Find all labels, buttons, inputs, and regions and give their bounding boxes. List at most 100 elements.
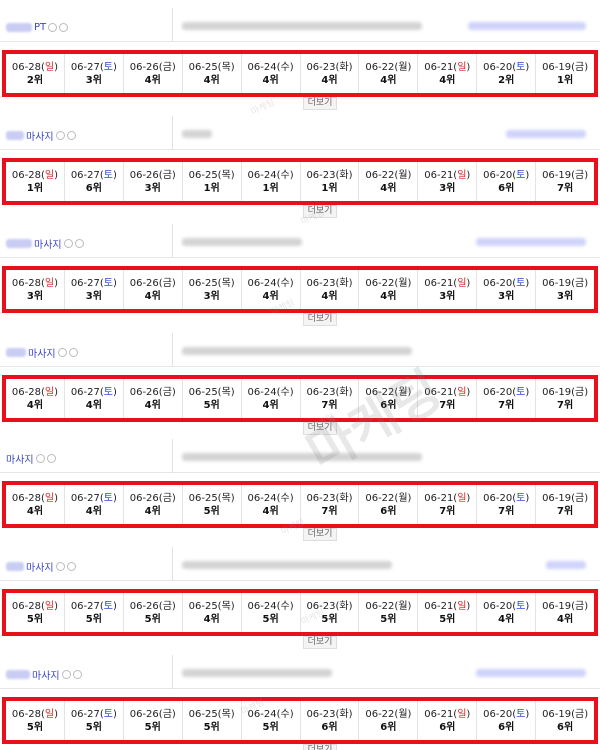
rank-cell: 06-23(화) 6위 <box>301 701 360 740</box>
info-badge-icon[interactable] <box>63 238 73 248</box>
rank-cell: 06-19(금) 4위 <box>536 593 594 632</box>
rank-date: 06-21(일) <box>424 61 471 73</box>
day-of-week: 금 <box>162 600 172 612</box>
day-of-week: 일 <box>44 386 55 398</box>
rank-value: 4위 <box>380 74 397 86</box>
day-of-week: 화 <box>339 169 349 181</box>
rank-cell: 06-21(일) 5위 <box>418 593 478 632</box>
day-of-week: 금 <box>575 386 585 398</box>
more-button[interactable]: 더보기 <box>303 528 337 541</box>
rank-cell: 06-22(월) 6위 <box>359 701 419 740</box>
rank-date: 06-26(금) <box>129 386 176 398</box>
more-button[interactable]: 더보기 <box>303 422 337 435</box>
day-of-week: 수 <box>280 600 290 612</box>
day-of-week: 토 <box>103 169 113 181</box>
rank-cell: 06-22(월) 4위 <box>359 162 419 201</box>
day-of-week: 일 <box>457 386 467 398</box>
keyword-label[interactable]: 마사지 <box>6 236 84 251</box>
info-badge-icon[interactable] <box>55 130 65 140</box>
info-badge-icon[interactable] <box>74 238 84 248</box>
rank-cell: 06-24(수) 4위 <box>242 54 301 93</box>
rank-cell: 06-27(토) 4위 <box>65 379 124 418</box>
day-of-week: 금 <box>162 277 172 289</box>
rank-cell: 06-25(목) 5위 <box>183 379 242 418</box>
rank-value: 3위 <box>557 290 574 302</box>
day-of-week: 월 <box>398 386 408 398</box>
rank-value: 5위 <box>144 721 161 733</box>
keyword-label[interactable]: PT <box>6 20 69 34</box>
redacted-text <box>6 22 32 32</box>
rank-value: 1위 <box>203 182 220 194</box>
info-badge-icon[interactable] <box>48 22 58 32</box>
day-of-week: 금 <box>162 492 172 504</box>
rank-value: 4위 <box>144 74 161 86</box>
more-button[interactable]: 더보기 <box>303 636 337 649</box>
info-badge-icon[interactable] <box>55 561 65 571</box>
rank-cell: 06-20(토) 6위 <box>477 701 537 740</box>
rank-date: 06-27(토) <box>70 386 117 398</box>
day-of-week: 일 <box>44 600 55 612</box>
column-divider <box>172 116 173 150</box>
keyword-label[interactable]: 마사지 <box>6 451 56 466</box>
rank-history-row: 06-28(일) 5위 06-27(토) 5위 06-26(금) 5위 06-25(목) 4위… <box>2 589 598 636</box>
keyword-label[interactable]: 마사지 <box>6 559 76 574</box>
info-badge-icon[interactable] <box>61 669 71 679</box>
day-of-week: 금 <box>575 169 585 181</box>
rank-value: 7위 <box>321 505 338 517</box>
rank-cell: 06-26(금) 4위 <box>124 54 183 93</box>
day-of-week: 금 <box>162 708 172 720</box>
info-badge-icon[interactable] <box>72 669 82 679</box>
rank-date: 06-26(금) <box>129 600 176 612</box>
rank-date: 06-24(수) <box>247 492 294 504</box>
day-of-week: 일 <box>457 708 467 720</box>
rank-value: 5위 <box>203 399 220 411</box>
column-divider <box>172 8 173 42</box>
more-button[interactable]: 더보기 <box>303 205 337 218</box>
info-badge-icon[interactable] <box>46 453 56 463</box>
more-button[interactable]: 더보기 <box>303 313 337 326</box>
rank-value: 4위 <box>321 74 338 86</box>
rank-date: 06-28(일) <box>11 386 58 398</box>
more-button[interactable]: 더보기 <box>303 97 337 110</box>
day-of-week: 일 <box>44 61 55 73</box>
rank-cell: 06-20(토) 2위 <box>477 54 537 93</box>
keyword-block: 마사지 06-28(일) 3위 06-27(토) 3위 06-26(금) 4위 06-25(목… <box>0 224 600 330</box>
rank-date: 06-20(토) <box>483 600 530 612</box>
rank-cell: 06-26(금) 5위 <box>124 593 183 632</box>
more-button[interactable]: 더보기 <box>303 744 337 750</box>
rank-cell: 06-19(금) 7위 <box>536 485 594 524</box>
rank-date: 06-27(토) <box>70 61 117 73</box>
redacted-url <box>182 130 212 138</box>
rank-value: 4위 <box>380 182 397 194</box>
rank-cell: 06-25(목) 3위 <box>183 270 242 309</box>
rank-date: 06-24(수) <box>247 386 294 398</box>
rank-value: 3위 <box>85 290 102 302</box>
keyword-label[interactable]: 마사지 <box>6 128 76 143</box>
day-of-week: 월 <box>398 600 408 612</box>
rank-date: 06-22(월) <box>365 277 412 289</box>
rank-cell: 06-20(토) 7위 <box>477 379 537 418</box>
keyword-header-row: 마사지 <box>0 655 600 689</box>
info-badge-icon[interactable] <box>59 22 69 32</box>
day-of-week: 일 <box>44 492 55 504</box>
redacted-text <box>6 561 24 571</box>
info-badge-icon[interactable] <box>68 347 78 357</box>
rank-value: 5위 <box>203 505 220 517</box>
rank-date: 06-24(수) <box>247 61 294 73</box>
keyword-label[interactable]: 마사지 <box>6 345 78 360</box>
rank-value: 4위 <box>203 74 220 86</box>
info-badge-icon[interactable] <box>35 453 45 463</box>
info-badge-icon[interactable] <box>57 347 67 357</box>
rank-date: 06-27(토) <box>70 492 117 504</box>
redacted-text <box>6 130 24 140</box>
day-of-week: 목 <box>221 169 231 181</box>
rank-cell: 06-26(금) 4위 <box>124 379 183 418</box>
rank-value: 4위 <box>498 613 515 625</box>
rank-cell: 06-22(월) 4위 <box>359 54 419 93</box>
rank-value: 6위 <box>380 399 397 411</box>
info-badge-icon[interactable] <box>66 130 76 140</box>
info-badge-icon[interactable] <box>66 561 76 571</box>
rank-date: 06-22(월) <box>365 708 412 720</box>
keyword-label[interactable]: 마사지 <box>6 667 82 682</box>
rank-cell: 06-22(월) 6위 <box>359 379 419 418</box>
